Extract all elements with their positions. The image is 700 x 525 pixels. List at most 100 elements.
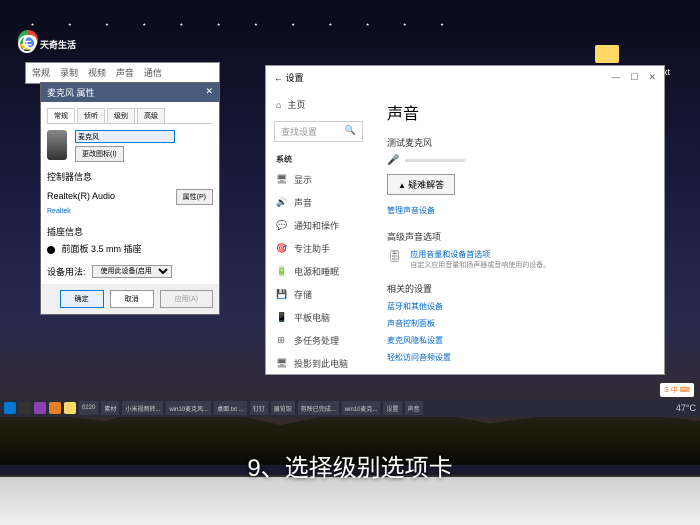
sidebar-icon: 🔋 <box>276 266 286 277</box>
test-mic-header: 测试麦克风 <box>387 136 648 149</box>
ok-button[interactable]: 确定 <box>60 290 104 308</box>
controller-props-button[interactable]: 属性(P) <box>176 189 213 205</box>
taskbar-item[interactable]: 声音 <box>405 401 423 415</box>
window-title: 设置 <box>286 73 304 83</box>
related-ease[interactable]: 轻松访问音频设置 <box>387 352 648 363</box>
taskbar-item[interactable]: 0220 <box>79 401 98 415</box>
watermark-icon: 天 <box>18 35 36 53</box>
manage-devices-link[interactable]: 管理声音设备 <box>387 205 648 216</box>
weather-temp: 47°C <box>676 403 696 413</box>
sidebar-item-1[interactable]: 🔊声音 <box>266 191 371 214</box>
watermark-text: 天奇生活 <box>40 38 76 51</box>
taskbar-item[interactable]: 钉钉 <box>250 401 268 415</box>
props-tabs: 常规 侦听 级别 高级 <box>47 108 213 124</box>
controller-name: Realtek(R) Audio <box>47 191 115 201</box>
taskbar-item[interactable]: win10麦克风... <box>166 401 211 415</box>
home-link[interactable]: ⌂ 主页 <box>266 94 371 115</box>
page-title: 声音 <box>387 100 648 124</box>
monitor-bezel <box>0 477 700 525</box>
desktop-wallpaper: 天 天奇生活 新建文本文档 Downloads (2).txt 常规 录制 视频… <box>0 0 700 465</box>
jack-color-icon <box>47 246 55 254</box>
tab-sound[interactable]: 声音 <box>116 68 134 78</box>
settings-sidebar: ⌂ 主页 查找设置 🔍 系统 🖥显示🔊声音💬通知和操作🎯专注助手🔋电源和睡眠💾存… <box>266 88 371 374</box>
search-taskbar-icon[interactable] <box>19 402 31 414</box>
app-volume-icon: 🎚 <box>387 249 402 270</box>
sidebar-item-6[interactable]: 📱平板电脑 <box>266 306 371 329</box>
maximize-icon[interactable]: ☐ <box>630 72 638 83</box>
watermark: 天 天奇生活 <box>18 35 76 53</box>
search-icon: 🔍 <box>345 125 356 138</box>
controller-vendor: Realtek <box>47 208 213 215</box>
sidebar-icon: 📱 <box>276 312 286 323</box>
sidebar-icon: ⊞ <box>276 335 286 346</box>
sidebar-item-4[interactable]: 🔋电源和睡眠 <box>266 260 371 283</box>
sidebar-item-7[interactable]: ⊞多任务处理 <box>266 329 371 352</box>
related-sound-panel[interactable]: 声音控制面板 <box>387 318 648 329</box>
tab-advanced[interactable]: 高级 <box>137 108 165 123</box>
close-icon[interactable]: ✕ <box>648 72 656 83</box>
sidebar-icon: 🎯 <box>276 243 286 254</box>
taskbar-app-icon[interactable] <box>34 402 46 414</box>
taskbar-item[interactable]: 素材 <box>101 401 119 415</box>
mic-properties-dialog: 麦克风 属性 ✕ 常规 侦听 级别 高级 更改图标(I) 控制器信息 <box>40 82 220 315</box>
microphone-icon <box>47 130 67 160</box>
taskbar: 0220 素材小米视频转...win10麦克风...桌面.txt ...钉钉展览… <box>0 399 700 417</box>
related-mic-privacy[interactable]: 麦克风隐私设置 <box>387 335 648 346</box>
taskbar-item[interactable]: 小米视频转... <box>122 401 163 415</box>
jack-header: 插座信息 <box>47 225 213 238</box>
taskbar-app-icon[interactable] <box>49 402 61 414</box>
advanced-header: 高级声音选项 <box>387 230 648 243</box>
sidebar-icon: 💬 <box>276 220 286 231</box>
sidebar-item-3[interactable]: 🎯专注助手 <box>266 237 371 260</box>
video-caption: 9、选择级别选项卡 <box>0 448 700 483</box>
home-icon: ⌂ <box>276 100 281 110</box>
search-input[interactable]: 查找设置 🔍 <box>274 121 363 142</box>
sidebar-icon: 🖥 <box>276 358 286 369</box>
apply-button[interactable]: 应用(A) <box>160 290 213 308</box>
taskbar-item[interactable]: 设置 <box>383 401 401 415</box>
usage-select[interactable]: 使用此设备(启用) <box>92 265 172 278</box>
cancel-button[interactable]: 取消 <box>110 290 154 308</box>
taskbar-item[interactable]: 展览馆 <box>271 401 295 415</box>
folder-icon <box>595 45 619 63</box>
related-bt[interactable]: 蓝牙和其他设备 <box>387 301 648 312</box>
sidebar-item-8[interactable]: 🖥投影到此电脑 <box>266 352 371 374</box>
dialog-title: 麦克风 属性 <box>47 86 95 99</box>
get-help-link[interactable]: ❔获取帮助 <box>387 373 648 374</box>
mic-name-input[interactable] <box>75 130 175 143</box>
sidebar-item-0[interactable]: 🖥显示 <box>266 168 371 191</box>
mic-level-bar <box>405 159 465 162</box>
tab-video[interactable]: 视频 <box>88 68 106 78</box>
explorer-icon[interactable] <box>64 402 76 414</box>
sidebar-icon: 💾 <box>276 289 286 300</box>
change-icon-button[interactable]: 更改图标(I) <box>75 146 124 162</box>
tab-listen[interactable]: 侦听 <box>77 108 105 123</box>
close-icon[interactable]: ✕ <box>205 86 213 99</box>
sidebar-item-5[interactable]: 💾存储 <box>266 283 371 306</box>
settings-content: 声音 测试麦克风 🎤 ▲ 疑难解答 管理声音设备 高级声音选项 🎚 应用音量和设… <box>371 88 664 374</box>
sidebar-icon: 🖥 <box>276 174 286 185</box>
start-button[interactable] <box>4 402 16 414</box>
jack-text: 前面板 3.5 mm 插座 <box>62 244 142 254</box>
taskbar-item[interactable]: 桌面.txt ... <box>214 401 247 415</box>
sidebar-category: 系统 <box>266 148 371 168</box>
troubleshoot-button[interactable]: ▲ 疑难解答 <box>387 174 455 195</box>
tab-levels[interactable]: 级别 <box>107 108 135 123</box>
sidebar-icon: 🔊 <box>276 197 286 208</box>
taskbar-item[interactable]: win10麦克... <box>342 401 381 415</box>
app-volume-link[interactable]: 应用音量和设备首选项 <box>410 249 550 260</box>
mic-icon: 🎤 <box>387 155 399 166</box>
tab-general[interactable]: 常规 <box>47 108 75 123</box>
sidebar-item-2[interactable]: 💬通知和操作 <box>266 214 371 237</box>
window-chrome[interactable]: ← 设置 — ☐ ✕ <box>266 66 664 88</box>
tab-general[interactable]: 常规 <box>32 68 50 78</box>
usage-label: 设备用法: <box>47 265 86 278</box>
taskbar-item[interactable]: 剪映已完成... <box>298 401 339 415</box>
minimize-icon[interactable]: — <box>611 72 620 83</box>
tab-comm[interactable]: 通信 <box>144 68 162 78</box>
system-tray[interactable]: 47°C <box>676 403 696 413</box>
ime-indicator[interactable]: S 中 ⌨ <box>660 383 694 397</box>
app-volume-sub: 自定义应用音量和扬声器或音响使用的设备。 <box>410 260 550 270</box>
dialog-titlebar[interactable]: 麦克风 属性 ✕ <box>41 83 219 102</box>
tab-record[interactable]: 录制 <box>60 68 78 78</box>
